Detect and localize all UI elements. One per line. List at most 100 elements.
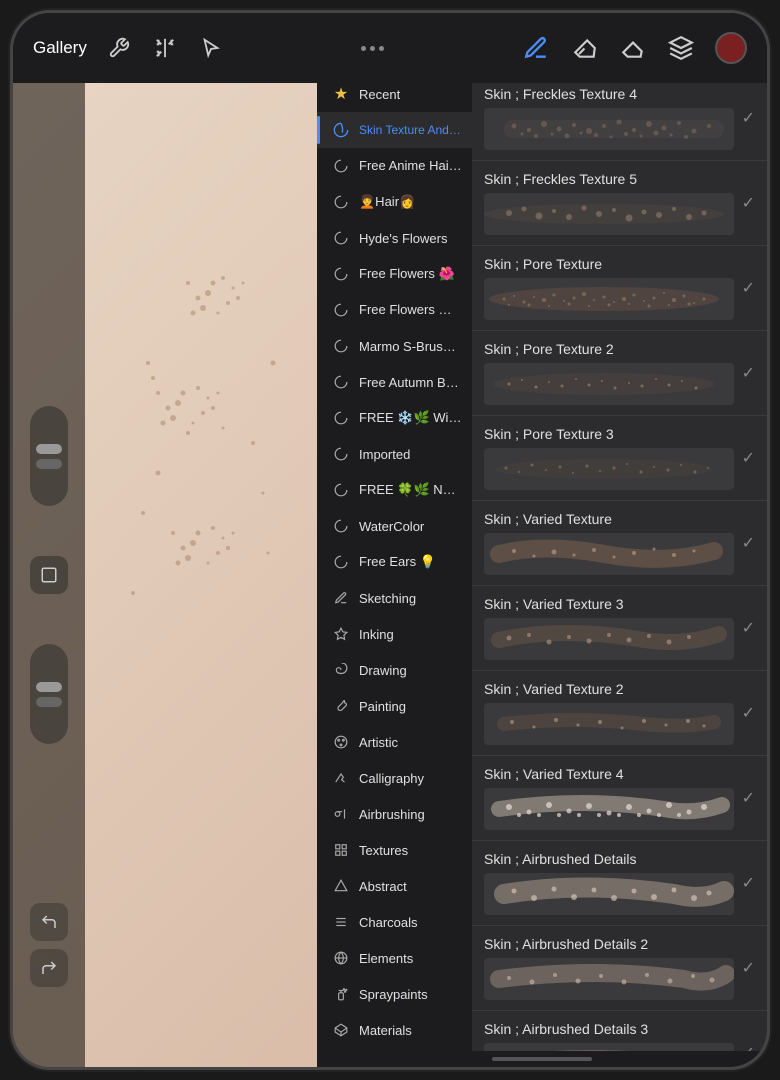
airbrush-icon: [331, 804, 351, 824]
top-bar-center: [225, 46, 521, 51]
brush-item-freckles5[interactable]: Skin ; Freckles Texture 5: [472, 161, 767, 246]
cube-icon: [331, 1020, 351, 1040]
brush-name-freckles4: Skin ; Freckles Texture 4: [484, 86, 734, 102]
spray-icon: [331, 984, 351, 1004]
brush-item-varied2[interactable]: Skin ; Varied Texture 2: [472, 671, 767, 756]
category-item-inking[interactable]: Inking: [317, 616, 472, 652]
brush-check-airbrush3: ✓: [742, 1043, 755, 1051]
category-item-sketching[interactable]: Sketching: [317, 580, 472, 616]
brush-item-freckles4[interactable]: Skin ; Freckles Texture 4: [472, 76, 767, 161]
category-item-abstract[interactable]: Abstract: [317, 868, 472, 904]
brush-name-pore3: Skin ; Pore Texture 3: [484, 426, 734, 442]
category-item-hair[interactable]: 🧑‍🦱Hair👩: [317, 184, 472, 220]
leaf-icon-7: [331, 336, 351, 356]
brush-item-airbrush2[interactable]: Skin ; Airbrushed Details 2: [472, 926, 767, 1011]
square-tool-btn[interactable]: [30, 556, 68, 594]
category-item-elements[interactable]: Elements: [317, 940, 472, 976]
category-item-materials[interactable]: Materials: [317, 1012, 472, 1048]
brush-preview-varied1: [484, 533, 734, 575]
brush-preview-freckles4: [484, 108, 734, 150]
cat-watercolor: WaterColor: [359, 519, 424, 534]
category-item-artistic[interactable]: Artistic: [317, 724, 472, 760]
ink-icon: [331, 624, 351, 644]
category-item-marmo[interactable]: Marmo S-Brush Pack: [317, 328, 472, 364]
stroke-svg-airbrush2: [484, 958, 734, 1000]
slider-handle-bottom2: [36, 697, 62, 707]
category-item-free-flowers-v2[interactable]: Free Flowers 🌸 V.2: [317, 292, 472, 328]
category-item-free-ears[interactable]: Free Ears 💡: [317, 544, 472, 580]
category-item-free-flowers[interactable]: Free Flowers 🌺: [317, 256, 472, 292]
category-item-calligraphy[interactable]: Calligraphy: [317, 760, 472, 796]
calligraphy-icon: [331, 768, 351, 788]
layers-icon[interactable]: [667, 34, 695, 62]
brush-item-varied4[interactable]: Skin ; Varied Texture 4: [472, 756, 767, 841]
category-item-spraypaints[interactable]: Spraypaints: [317, 976, 472, 1012]
gallery-button[interactable]: Gallery: [33, 38, 87, 58]
eraser-icon[interactable]: [619, 34, 647, 62]
brush-info-varied3: Skin ; Varied Texture 3: [484, 596, 734, 660]
brush-item-airbrush3[interactable]: Skin ; Airbrushed Details 3: [472, 1011, 767, 1051]
leaf-icon-10: [331, 444, 351, 464]
category-item-skin-texture[interactable]: Skin Texture And Por...: [317, 112, 472, 148]
wrench-icon[interactable]: [105, 34, 133, 62]
magic-wand-icon[interactable]: [151, 34, 179, 62]
more-menu[interactable]: [361, 46, 384, 51]
leaf-icon-13: [331, 552, 351, 572]
brush-item-airbrush1[interactable]: Skin ; Airbrushed Details: [472, 841, 767, 926]
size-slider[interactable]: [30, 406, 68, 506]
brush-item-varied1[interactable]: Skin ; Varied Texture: [472, 501, 767, 586]
cat-hydes: Hyde's Flowers: [359, 231, 447, 246]
brush-item-pore3[interactable]: Skin ; Pore Texture 3: [472, 416, 767, 501]
brush-leaf-icon: [331, 120, 351, 140]
category-label-recent: Recent: [359, 87, 400, 102]
category-item-anime-hair[interactable]: Free Anime Hair 👧: [317, 148, 472, 184]
category-item-nature[interactable]: FREE 🍀🌿 Nature: [317, 472, 472, 508]
brush-preview-airbrush2: [484, 958, 734, 1000]
brush-preview-pore3: [484, 448, 734, 490]
category-item-watercolor[interactable]: WaterColor: [317, 508, 472, 544]
smudge-icon[interactable]: [571, 34, 599, 62]
stroke-svg-pore2: [484, 363, 734, 405]
stroke-svg-varied3: [484, 618, 734, 660]
redo-button[interactable]: [30, 949, 68, 987]
leaf-icon-8: [331, 372, 351, 392]
globe-icon: [331, 948, 351, 968]
category-item-painting[interactable]: Painting: [317, 688, 472, 724]
brush-preview-varied4: [484, 788, 734, 830]
opacity-slider[interactable]: [30, 644, 68, 744]
category-item-textures[interactable]: Textures: [317, 832, 472, 868]
stroke-svg-pore3: [484, 448, 734, 490]
brush-check-pore3: ✓: [742, 448, 755, 468]
cat-materials: Materials: [359, 1023, 412, 1038]
stroke-svg-freckles5: [484, 193, 734, 235]
category-item-drawing[interactable]: Drawing: [317, 652, 472, 688]
category-item-airbrushing[interactable]: Airbrushing: [317, 796, 472, 832]
undo-button[interactable]: [30, 903, 68, 941]
brush-check-airbrush2: ✓: [742, 958, 755, 978]
category-item-imported[interactable]: Imported: [317, 436, 472, 472]
brush-name-freckles5: Skin ; Freckles Texture 5: [484, 171, 734, 187]
cat-imported: Imported: [359, 447, 410, 462]
category-item-hydes-flowers[interactable]: Hyde's Flowers: [317, 220, 472, 256]
brush-info-pore2: Skin ; Pore Texture 2: [484, 341, 734, 405]
category-item-winter[interactable]: FREE ❄️🌿 Winter N...: [317, 400, 472, 436]
brush-name-airbrush2: Skin ; Airbrushed Details 2: [484, 936, 734, 952]
brush-info-airbrush2: Skin ; Airbrushed Details 2: [484, 936, 734, 1000]
cat-spraypaints: Spraypaints: [359, 987, 428, 1002]
undo-redo-area: [13, 903, 85, 987]
pen-icon[interactable]: [521, 33, 551, 63]
category-item-charcoals[interactable]: Charcoals: [317, 904, 472, 940]
category-label-skin: Skin Texture And Por...: [359, 123, 462, 137]
leaf-icon-12: [331, 516, 351, 536]
brush-item-pore2[interactable]: Skin ; Pore Texture 2: [472, 331, 767, 416]
selection-icon[interactable]: [197, 34, 225, 62]
color-picker[interactable]: [715, 32, 747, 64]
leaf-icon-3: [331, 192, 351, 212]
brush-info-airbrush1: Skin ; Airbrushed Details: [484, 851, 734, 915]
category-item-autumn[interactable]: Free Autumn Brushes...: [317, 364, 472, 400]
brush-item-pore1[interactable]: Skin ; Pore Texture: [472, 246, 767, 331]
left-edge-strip: [13, 83, 85, 1067]
brush-name-varied3: Skin ; Varied Texture 3: [484, 596, 734, 612]
brush-info-varied2: Skin ; Varied Texture 2: [484, 681, 734, 745]
brush-item-varied3[interactable]: Skin ; Varied Texture 3: [472, 586, 767, 671]
